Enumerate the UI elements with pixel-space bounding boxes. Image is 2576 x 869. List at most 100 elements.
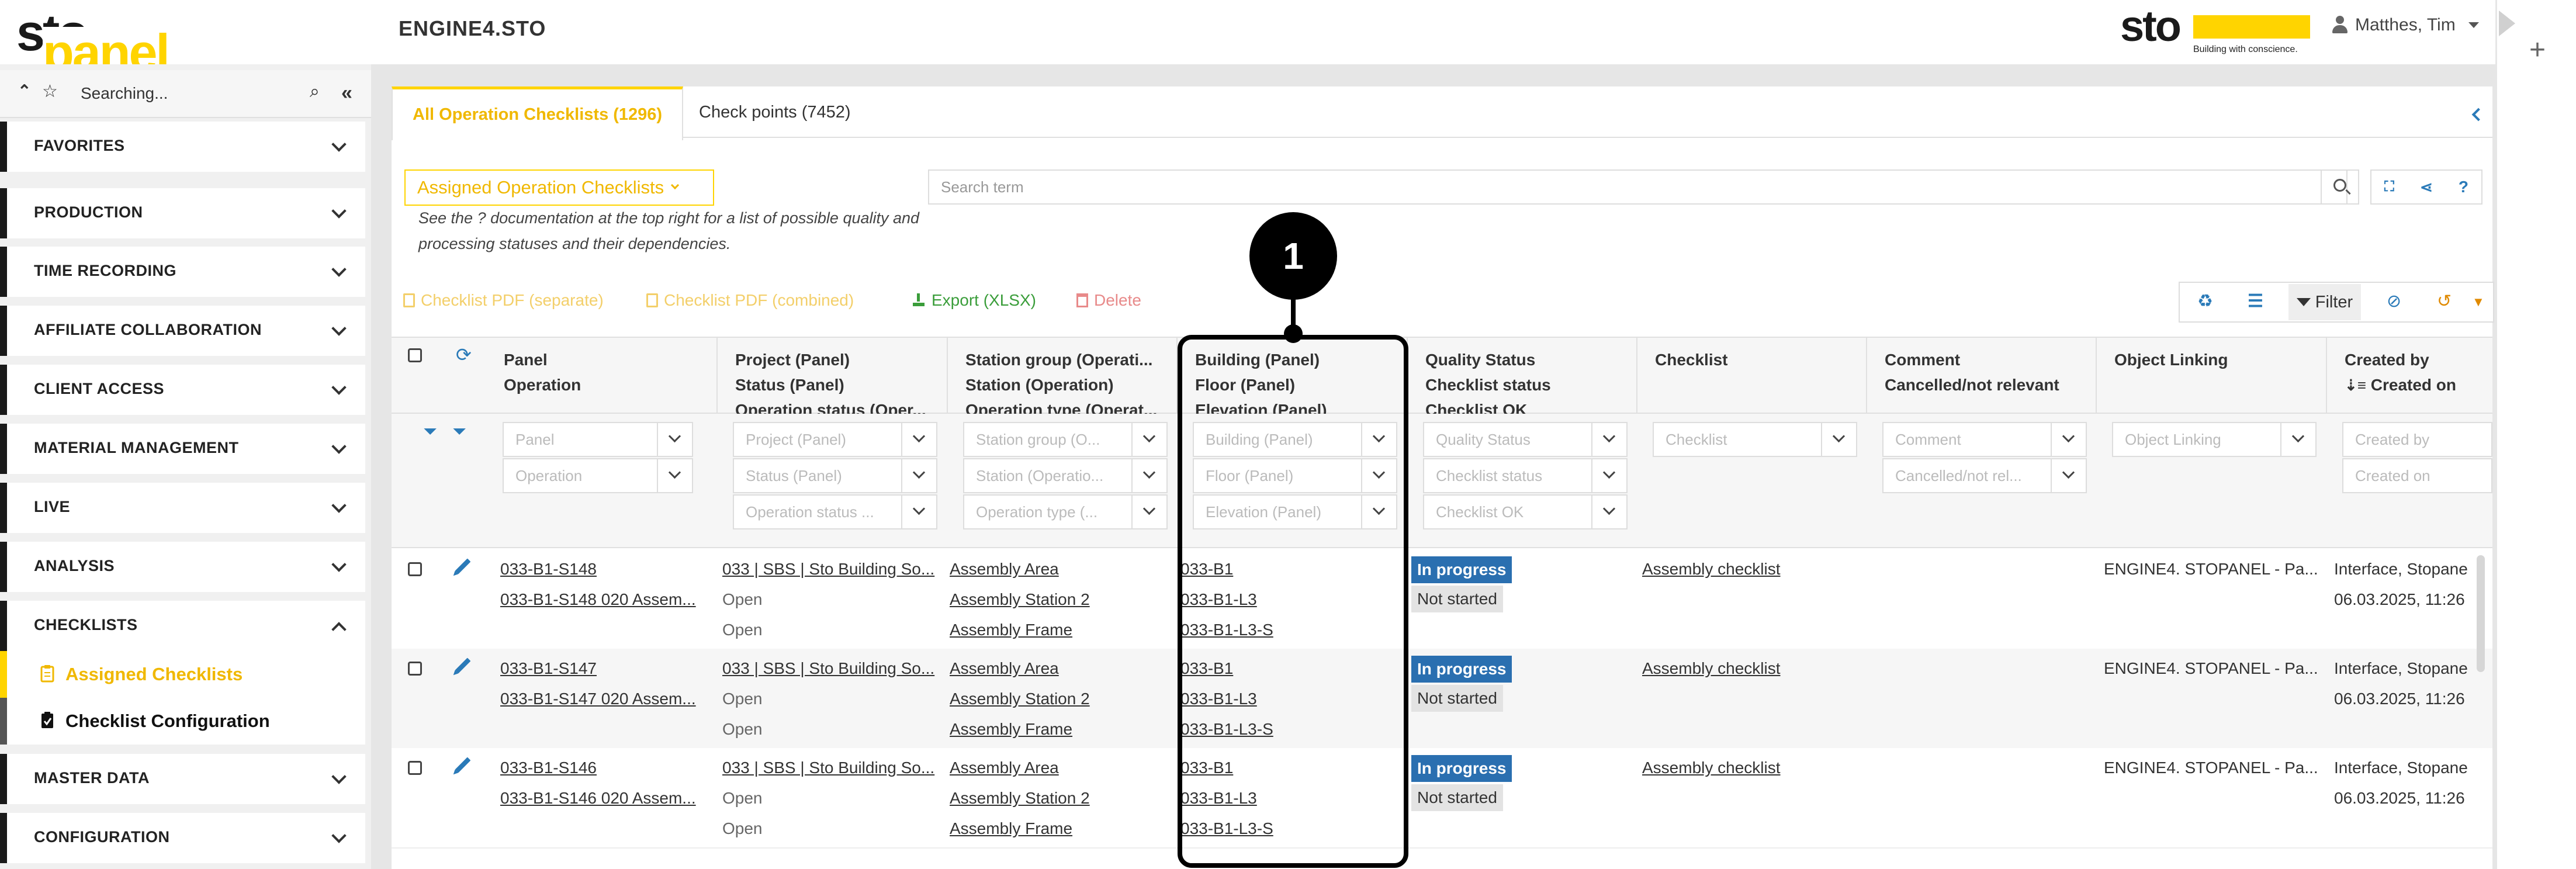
header-created[interactable]: Created by ⇣≡ Created on [2345,347,2456,398]
checklist-link[interactable]: Assembly checklist [1642,653,1781,684]
operation-type-link[interactable]: Assembly Frame [950,813,1090,844]
help-button[interactable]: ? [2459,178,2468,196]
select-all-checkbox[interactable] [408,348,422,362]
collapse-sidebar-icon[interactable]: « [341,83,352,103]
station-link[interactable]: Assembly Station 2 [950,783,1090,813]
sidebar-item-material-management[interactable]: MATERIAL MANAGEMENT [0,424,365,474]
search-input[interactable]: Search term [928,169,2348,205]
header-comment[interactable]: Comment Cancelled/not relevant [1885,347,2059,397]
edit-icon[interactable] [455,757,471,773]
filter-operation[interactable]: Operation [503,458,693,493]
delete-button[interactable]: Delete [1076,291,1141,310]
sidebar-search-input[interactable]: Searching... [81,84,168,103]
operation-type-link[interactable]: Assembly Frame [950,714,1090,745]
table-scrollbar[interactable] [2477,555,2485,672]
operation-link[interactable]: 033-B1-S148 020 Assem... [500,584,696,615]
checklist-pdf-combined-button[interactable]: Checklist PDF (combined) [646,291,854,310]
station-group-link[interactable]: Assembly Area [950,653,1090,684]
table-row[interactable]: 033-B1-S147 033-B1-S147 020 Assem... 033 |… [392,649,2492,748]
filter-station-group[interactable]: Station group (O... [963,422,1168,457]
filter-station[interactable]: Station (Operatio... [963,458,1168,493]
share-icon[interactable]: ⋖ [2420,178,2433,196]
sidebar-subitem-assigned-checklists[interactable]: Assigned Checklists [0,651,365,698]
project-link[interactable]: 033 | SBS | Sto Building So... [722,554,934,584]
header-station[interactable]: Station group (Operati... Station (Opera… [965,347,1157,423]
sidebar-item-production[interactable]: PRODUCTION [0,188,365,238]
collapse-all-icon[interactable]: ⌃ [18,83,31,99]
checklist-link[interactable]: Assembly checklist [1642,753,1781,783]
header-project[interactable]: Project (Panel) Status (Panel) Operation… [735,347,926,423]
sidebar-item-favorites[interactable]: FAVORITES [0,122,365,172]
tab-check-points[interactable]: Check points (7452) [679,86,871,138]
sidebar-item-affiliate-collaboration[interactable]: AFFILIATE COLLABORATION [0,306,365,356]
tab-all-operation-checklists[interactable]: All Operation Checklists (1296) [392,86,684,140]
filter-operation-status[interactable]: Operation status ... [733,494,937,529]
filter-panel[interactable]: Panel [503,422,693,457]
header-checklist[interactable]: Checklist [1655,347,1728,372]
sidebar-item-master-data[interactable]: MASTER DATA [0,754,365,804]
project-link[interactable]: 033 | SBS | Sto Building So... [722,653,934,684]
filter-operation-type[interactable]: Operation type (... [963,494,1168,529]
sidebar-item-analysis[interactable]: ANALYSIS [0,542,365,592]
filter-checklist[interactable]: Checklist [1653,422,1857,457]
filter-checklist-ok[interactable]: Checklist OK [1423,494,1628,529]
list-icon[interactable]: ☰ [2248,291,2263,311]
panel-link[interactable]: 033-B1-S146 [500,753,696,783]
recycle-icon[interactable]: ♻ [2197,291,2213,311]
favorite-star-icon[interactable]: ☆ [42,83,58,101]
sidebar-item-live[interactable]: LIVE [0,483,365,533]
operation-type-link[interactable]: Assembly Frame [950,615,1090,645]
operation-link[interactable]: 033-B1-S147 020 Assem... [500,684,696,714]
filter-quality-status[interactable]: Quality Status [1423,422,1628,457]
assigned-checklists-dropdown[interactable]: Assigned Operation Checklists [404,169,714,206]
edit-icon[interactable] [455,657,471,674]
add-icon[interactable]: + [2529,34,2546,66]
expand-arrow-icon[interactable] [2499,11,2515,36]
table-row[interactable] [392,847,2492,869]
hide-columns-icon[interactable]: ⊘ [2387,291,2401,311]
sidebar-item-client-access[interactable]: CLIENT ACCESS [0,365,365,415]
clear-filter-icon[interactable]: ⏷ [452,422,466,442]
filter-project[interactable]: Project (Panel) [733,422,937,457]
header-panel[interactable]: Panel Operation [504,347,581,397]
panel-link[interactable]: 033-B1-S148 [500,554,696,584]
project-link[interactable]: 033 | SBS | Sto Building So... [722,753,934,783]
sidebar-item-configuration[interactable]: CONFIGURATION [0,813,365,863]
filter-cancelled[interactable]: Cancelled/not rel... [1882,458,2087,493]
chevron-down-icon[interactable]: ▼ [2472,295,2485,310]
table-row[interactable]: 033-B1-S148 033-B1-S148 020 Assem... 033 |… [392,549,2492,649]
table-row[interactable]: 033-B1-S146 033-B1-S146 020 Assem... 033 |… [392,748,2492,847]
reset-icon[interactable]: ↺ [2437,291,2452,311]
user-menu[interactable]: Matthes, Tim [2332,15,2479,35]
sidebar-item-time-recording[interactable]: TIME RECORDING [0,247,365,297]
row-checkbox[interactable] [408,761,422,775]
filter-created-on[interactable]: Created on [2342,458,2492,493]
refresh-icon[interactable]: ⟳ [456,344,472,366]
filter-status[interactable]: Status (Panel) [733,458,937,493]
apply-filter-icon[interactable]: ⏷ [423,422,437,442]
station-group-link[interactable]: Assembly Area [950,554,1090,584]
operation-link[interactable]: 033-B1-S146 020 Assem... [500,783,696,813]
filter-comment[interactable]: Comment [1882,422,2087,457]
export-xlsx-button[interactable]: Export (XLSX) [912,291,1036,310]
search-icon[interactable]: ⌕ [310,83,320,101]
checklist-pdf-separate-button[interactable]: Checklist PDF (separate) [403,291,604,310]
row-checkbox[interactable] [408,662,422,676]
filter-button[interactable]: Filter [2288,284,2361,320]
sort-icon[interactable]: ⇣≡ [2345,376,2366,394]
header-quality[interactable]: Quality Status Checklist status Checklis… [1425,347,1551,423]
search-button[interactable] [2321,169,2359,205]
edit-icon[interactable] [455,558,471,574]
station-group-link[interactable]: Assembly Area [950,753,1090,783]
row-checkbox[interactable] [408,562,422,576]
sidebar-subitem-checklist-configuration[interactable]: Checklist Configuration [0,698,365,745]
station-link[interactable]: Assembly Station 2 [950,584,1090,615]
filter-checklist-status[interactable]: Checklist status [1423,458,1628,493]
chevron-left-icon[interactable] [2471,108,2485,122]
sidebar-item-checklists[interactable]: CHECKLISTS [0,601,365,651]
filter-created-by[interactable]: Created by [2342,422,2492,457]
filter-object-linking[interactable]: Object Linking [2112,422,2317,457]
station-link[interactable]: Assembly Station 2 [950,684,1090,714]
fullscreen-icon[interactable]: ⛶ [2384,179,2394,195]
header-object-linking[interactable]: Object Linking [2114,347,2228,372]
